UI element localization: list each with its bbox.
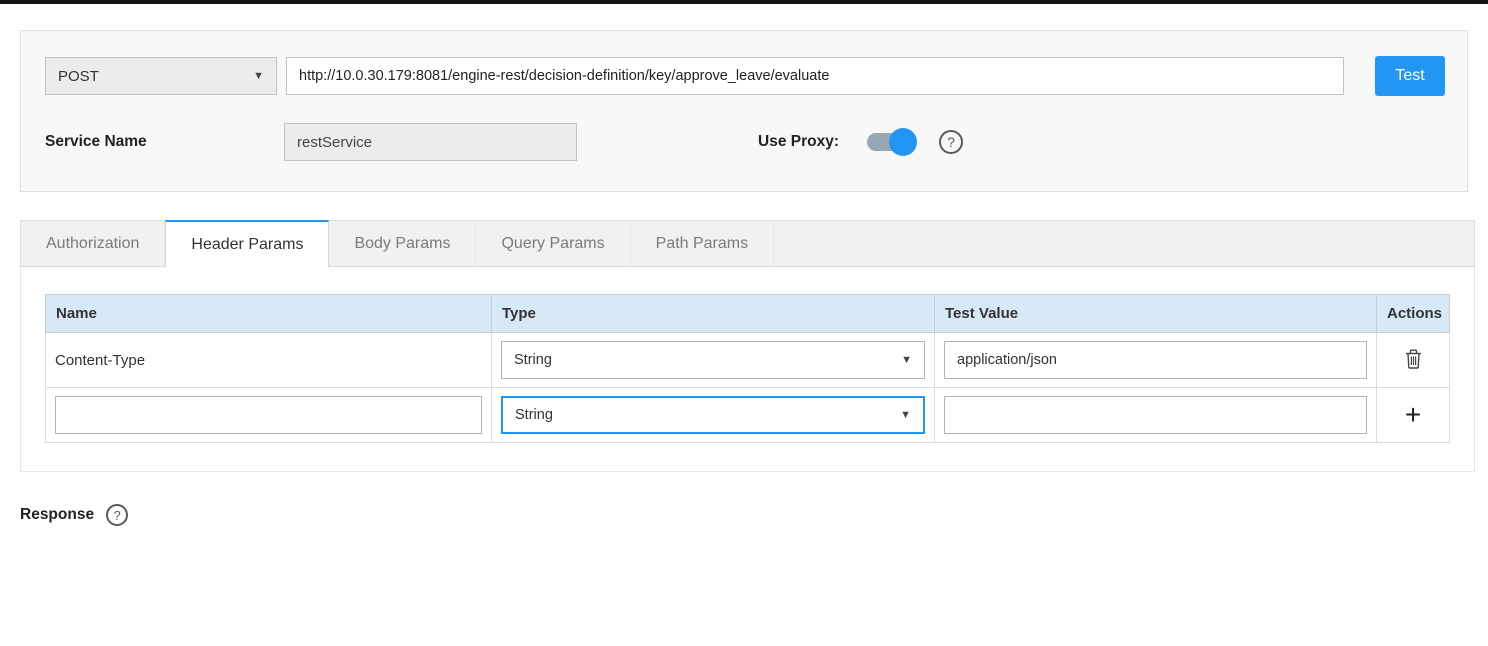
column-header-name: Name bbox=[46, 295, 492, 333]
param-type-select[interactable]: String ▼ bbox=[501, 341, 925, 379]
chevron-down-icon: ▼ bbox=[901, 354, 912, 366]
toggle-thumb bbox=[889, 128, 917, 156]
column-header-type: Type bbox=[492, 295, 935, 333]
http-method-select[interactable]: POST ▼ bbox=[45, 57, 277, 95]
response-label: Response bbox=[20, 506, 94, 524]
header-params-table: Name Type Test Value Actions Content-Typ… bbox=[45, 294, 1450, 443]
tab-body-params[interactable]: Body Params bbox=[329, 221, 476, 266]
add-row-button[interactable]: + bbox=[1398, 400, 1428, 430]
request-row: POST ▼ Test bbox=[45, 56, 1445, 96]
request-panel: POST ▼ Test Service Name Use Proxy: ? bbox=[20, 30, 1468, 192]
new-param-name-input[interactable] bbox=[55, 396, 482, 434]
column-header-actions: Actions bbox=[1377, 295, 1450, 333]
param-type-value: String bbox=[514, 352, 552, 368]
new-param-type-select[interactable]: String ▼ bbox=[501, 396, 925, 434]
tab-strip-filler bbox=[774, 221, 1474, 266]
use-proxy-label: Use Proxy: bbox=[758, 133, 839, 151]
table-row: Content-Type String ▼ bbox=[46, 333, 1450, 388]
use-proxy-toggle[interactable] bbox=[865, 128, 917, 156]
column-header-test-value: Test Value bbox=[935, 295, 1377, 333]
tab-strip: Authorization Header Params Body Params … bbox=[20, 220, 1475, 267]
service-name-label: Service Name bbox=[45, 133, 284, 151]
response-section: Response ? bbox=[20, 504, 1488, 526]
plus-icon: + bbox=[1405, 401, 1421, 429]
header-params-panel: Name Type Test Value Actions Content-Typ… bbox=[20, 267, 1475, 472]
tab-query-params[interactable]: Query Params bbox=[476, 221, 630, 266]
table-header-row: Name Type Test Value Actions bbox=[46, 295, 1450, 333]
proxy-help-icon[interactable]: ? bbox=[939, 130, 963, 154]
tab-authorization[interactable]: Authorization bbox=[21, 221, 165, 266]
url-input[interactable] bbox=[286, 57, 1344, 95]
test-button[interactable]: Test bbox=[1375, 56, 1445, 96]
service-name-input[interactable] bbox=[284, 123, 577, 161]
trash-icon bbox=[1405, 349, 1422, 372]
tab-path-params[interactable]: Path Params bbox=[631, 221, 774, 266]
tab-header-params[interactable]: Header Params bbox=[165, 220, 329, 267]
top-black-bar bbox=[0, 0, 1488, 4]
delete-row-button[interactable] bbox=[1398, 345, 1428, 375]
param-type-value: String bbox=[515, 407, 553, 423]
table-row: String ▼ + bbox=[46, 388, 1450, 443]
params-section: Authorization Header Params Body Params … bbox=[20, 220, 1475, 472]
service-row: Service Name Use Proxy: ? bbox=[45, 123, 1445, 161]
response-help-icon[interactable]: ? bbox=[106, 504, 128, 526]
param-test-value-input[interactable] bbox=[944, 341, 1367, 379]
chevron-down-icon: ▼ bbox=[900, 409, 911, 421]
http-method-value: POST bbox=[58, 68, 99, 85]
new-param-test-value-input[interactable] bbox=[944, 396, 1367, 434]
param-name-text: Content-Type bbox=[46, 333, 492, 388]
chevron-down-icon: ▼ bbox=[253, 70, 264, 82]
